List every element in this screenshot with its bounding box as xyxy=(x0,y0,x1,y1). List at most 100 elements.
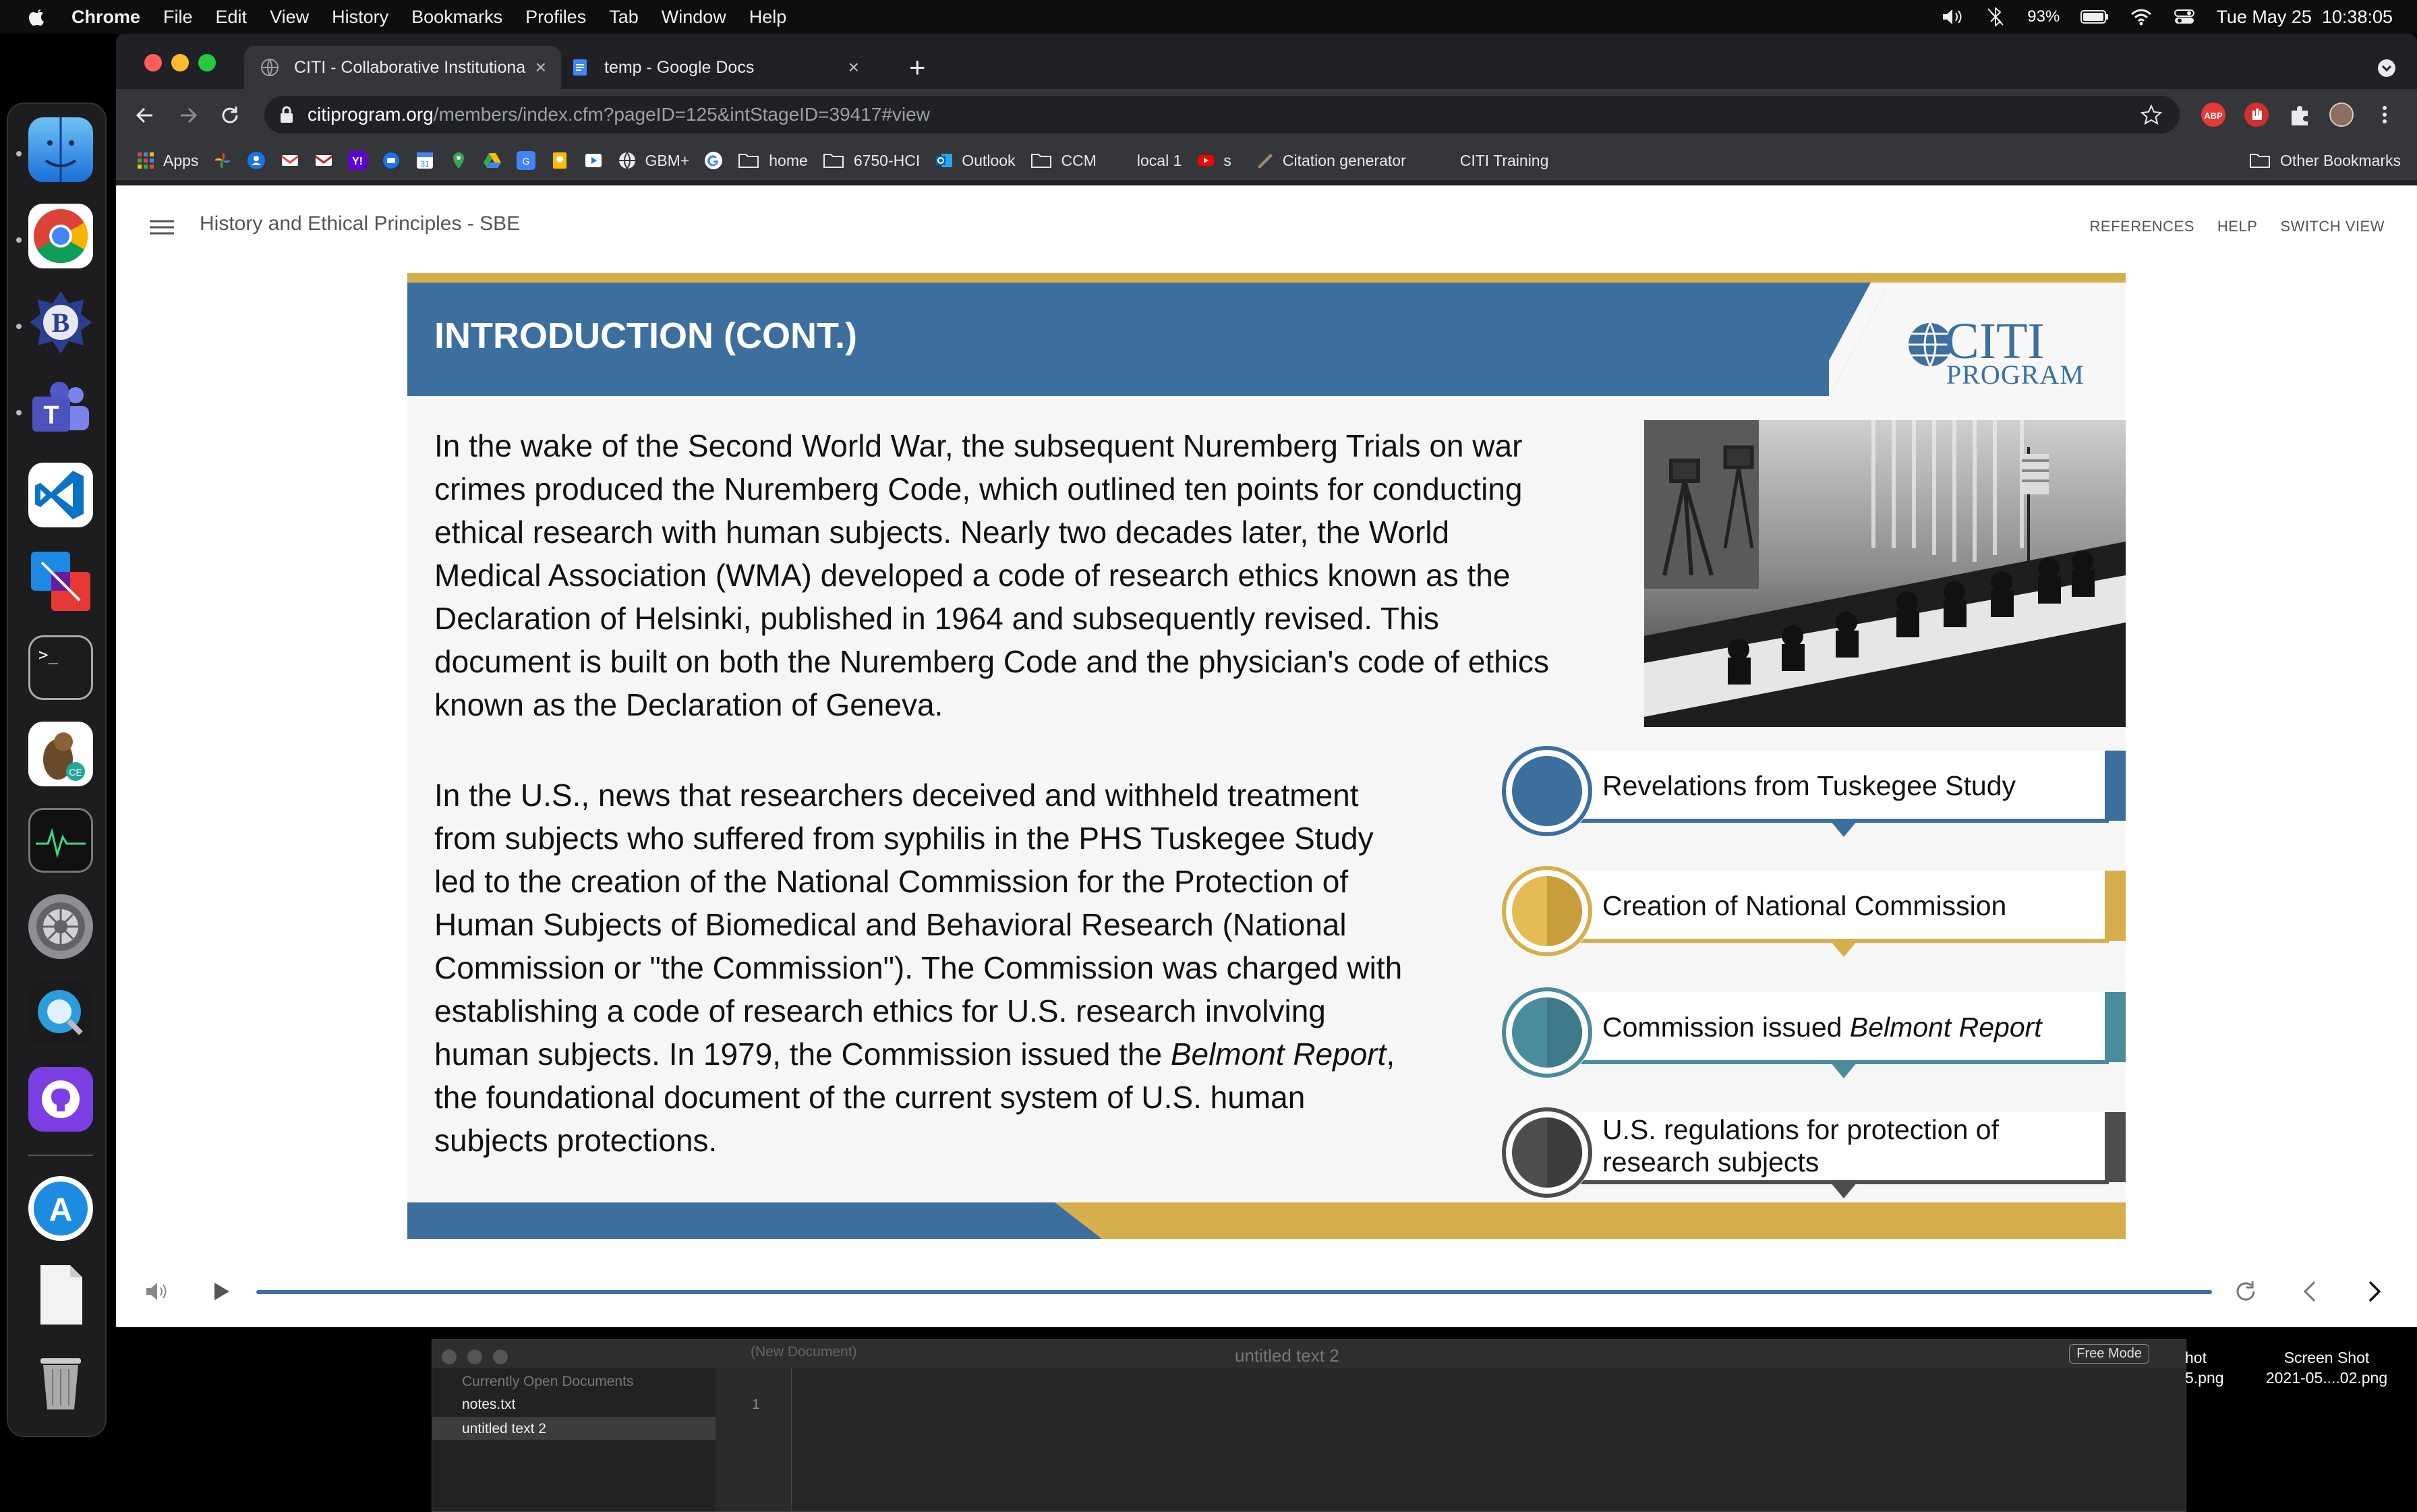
menu-window[interactable]: Window xyxy=(662,7,726,28)
bookmark-home[interactable]: home xyxy=(738,152,808,170)
profile-avatar[interactable] xyxy=(2329,103,2354,127)
github-desktop-icon[interactable] xyxy=(28,1067,93,1132)
references-link[interactable]: REFERENCES xyxy=(2090,218,2194,235)
bookmark-gbm[interactable]: GBM+ xyxy=(618,151,689,170)
reload-icon[interactable] xyxy=(219,104,241,127)
finder-icon[interactable] xyxy=(28,117,93,182)
menu-file[interactable]: File xyxy=(163,7,193,28)
bookmark-star-icon[interactable] xyxy=(2141,104,2162,125)
extensions-puzzle-icon[interactable] xyxy=(2288,103,2312,127)
minimize-window-button[interactable] xyxy=(171,54,189,71)
bookmark-contacts[interactable] xyxy=(247,151,266,170)
bookmark-translate[interactable]: G xyxy=(517,151,536,170)
bookmark-yahoo[interactable]: Y! xyxy=(348,151,368,170)
menu-view[interactable]: View xyxy=(270,7,309,28)
switch-view-link[interactable]: SWITCH VIEW xyxy=(2280,218,2385,235)
menu-help[interactable]: Help xyxy=(749,7,787,28)
maximize-window-button[interactable] xyxy=(198,54,216,71)
adblock-extension-icon[interactable]: ABP xyxy=(2201,103,2225,127)
activity-monitor-icon[interactable] xyxy=(28,808,93,873)
bookmark-gmail-2[interactable] xyxy=(314,151,333,170)
menu-profiles[interactable]: Profiles xyxy=(525,7,586,28)
tab-citi[interactable]: CITI - Collaborative Institutiona × xyxy=(244,46,561,89)
terminal-icon[interactable]: >_ xyxy=(28,635,93,700)
bbedit-icon[interactable]: B xyxy=(28,290,93,355)
open-file-item[interactable]: untitled text 2 xyxy=(462,1421,546,1437)
bookmark-outlook[interactable]: Outlook xyxy=(935,151,1016,170)
cyberduck-icon[interactable]: CE xyxy=(28,722,93,786)
chrome-menu-icon[interactable] xyxy=(2372,103,2397,127)
previous-slide-icon[interactable] xyxy=(2298,1278,2323,1305)
seek-bar[interactable] xyxy=(256,1290,2212,1294)
close-window-button[interactable] xyxy=(144,54,162,71)
desktop-file-screenshot-2[interactable]: Screen Shot 2021-05....02.png xyxy=(2252,1347,2401,1388)
bookmark-youtube[interactable]: s xyxy=(1196,151,1231,170)
running-indicator xyxy=(16,151,22,156)
bookmark-google[interactable] xyxy=(704,151,723,170)
next-slide-icon[interactable] xyxy=(2362,1278,2386,1305)
address-bar[interactable]: citiprogram.org/members/index.cfm?pageID… xyxy=(264,96,2180,134)
control-center-icon[interactable] xyxy=(2173,7,2196,26)
help-link[interactable]: HELP xyxy=(2217,218,2257,235)
apple-menu-icon[interactable] xyxy=(27,7,47,27)
free-mode-button[interactable]: Free Mode xyxy=(2069,1344,2149,1364)
bookmark-keep[interactable] xyxy=(550,151,569,170)
open-file-item[interactable]: notes.txt xyxy=(462,1397,515,1413)
bookmark-apps[interactable]: Apps xyxy=(136,151,198,170)
volume-icon[interactable] xyxy=(1941,7,1964,26)
tab-google-docs[interactable]: temp - Google Docs × xyxy=(564,46,874,89)
bookmark-local[interactable]: local 1 xyxy=(1137,152,1182,170)
timeline-label: Commission issued Belmont Report xyxy=(1602,1011,2042,1043)
menu-app-name[interactable]: Chrome xyxy=(71,7,140,28)
desktop-file-screenshot-1[interactable]: hot 5.png xyxy=(2185,1347,2224,1388)
close-tab-icon[interactable]: × xyxy=(848,57,859,78)
bookmark-messenger[interactable] xyxy=(382,151,401,170)
chrome-icon[interactable] xyxy=(28,204,93,268)
bookmark-calendar[interactable]: 31 xyxy=(415,151,434,170)
other-bookmarks[interactable]: Other Bookmarks xyxy=(2249,152,2401,170)
teams-icon[interactable]: T xyxy=(28,376,93,441)
bookmark-ccm[interactable]: CCM xyxy=(1030,152,1097,170)
new-tab-button[interactable]: + xyxy=(909,51,926,84)
bookmark-drive[interactable] xyxy=(483,151,502,170)
xcode-icon[interactable]: A xyxy=(28,1176,93,1241)
replay-icon[interactable] xyxy=(2234,1279,2258,1304)
menu-tab[interactable]: Tab xyxy=(609,7,639,28)
quicktime-icon[interactable] xyxy=(28,981,93,1045)
menu-edit[interactable]: Edit xyxy=(216,7,247,28)
minimize-window-button[interactable] xyxy=(467,1349,482,1364)
hamburger-menu-icon[interactable] xyxy=(150,219,174,235)
lock-icon[interactable] xyxy=(279,106,294,123)
vmware-icon[interactable] xyxy=(28,549,93,614)
bluetooth-off-icon[interactable] xyxy=(1984,7,2007,26)
belmont-report-emphasis: Belmont Report xyxy=(1170,1037,1387,1072)
volume-icon[interactable] xyxy=(144,1279,169,1304)
document-selector[interactable]: (New Document) xyxy=(751,1344,857,1360)
bookmark-photos[interactable] xyxy=(213,151,232,170)
menu-history[interactable]: History xyxy=(332,7,388,28)
bookmark-slides[interactable] xyxy=(584,151,603,170)
bookmark-maps[interactable] xyxy=(449,151,468,170)
system-preferences-icon[interactable] xyxy=(28,894,93,959)
back-arrow-icon[interactable] xyxy=(134,104,156,127)
battery-icon[interactable] xyxy=(2080,7,2109,26)
tab-search-icon[interactable] xyxy=(2377,58,2397,78)
menu-bookmarks[interactable]: Bookmarks xyxy=(411,7,502,28)
close-window-button[interactable] xyxy=(442,1349,457,1364)
youtube-icon xyxy=(1198,155,1215,166)
bookmark-gmail-1[interactable] xyxy=(281,151,299,170)
messenger-icon xyxy=(383,152,400,169)
menubar-clock[interactable]: Tue May 25 10:38:05 xyxy=(2216,7,2393,28)
maximize-window-button[interactable] xyxy=(493,1349,508,1364)
close-tab-icon[interactable]: × xyxy=(535,57,546,78)
bookmark-citi-training[interactable]: CITI Training xyxy=(1460,152,1549,170)
wifi-icon[interactable] xyxy=(2130,7,2153,26)
trash-icon[interactable] xyxy=(28,1349,93,1414)
vscode-icon[interactable] xyxy=(28,463,93,527)
bookmark-citation-generator[interactable]: Citation generator xyxy=(1256,151,1406,170)
play-icon[interactable] xyxy=(210,1281,232,1302)
forward-arrow-icon[interactable] xyxy=(177,104,200,127)
bookmark-6750-hci[interactable]: 6750-HCI xyxy=(823,152,920,170)
block-extension-icon[interactable] xyxy=(2244,103,2269,127)
document-icon[interactable] xyxy=(28,1262,93,1327)
